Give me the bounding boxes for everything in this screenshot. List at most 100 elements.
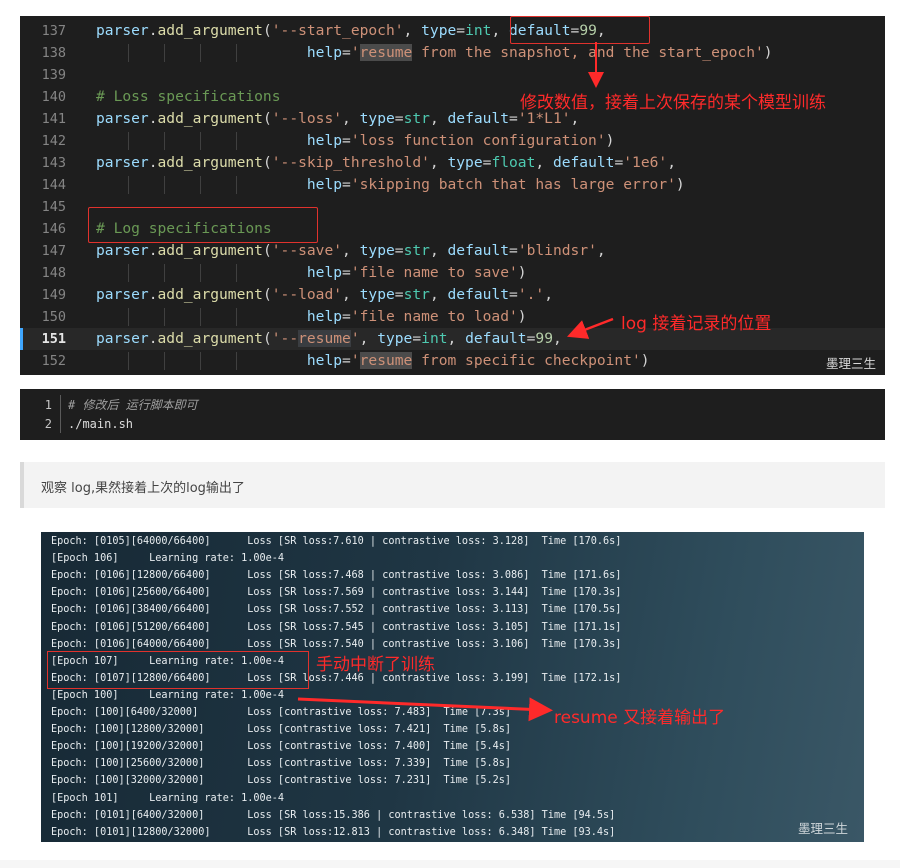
code-token: . (148, 242, 158, 259)
code-token: ) (675, 176, 685, 193)
code-token: resume (359, 44, 413, 61)
code-token: default (447, 242, 510, 259)
code-token: = (394, 242, 404, 259)
code-token: default (447, 286, 510, 303)
code-token: . (148, 110, 158, 127)
code-token: add_argument (157, 154, 263, 171)
code-token: 'file name to save' (350, 264, 518, 281)
code-token: ) (640, 352, 650, 369)
code-token: 99 (535, 330, 553, 347)
code-token: help (306, 132, 343, 149)
line-number: 140 (41, 89, 66, 105)
code-token: parser (96, 22, 149, 39)
line-number: 141 (41, 111, 66, 127)
code-token: 'skipping batch that has large error' (350, 176, 676, 193)
code-token: , (403, 22, 422, 39)
code-editor: 137 parser.add_argument('--start_epoch', … (20, 16, 885, 375)
code-token: . (148, 330, 158, 347)
annotation-log-position: log 接着记录的位置 (621, 314, 772, 334)
code-token: . (148, 154, 158, 171)
log-line: Epoch: [100][25600/32000] Loss [contrast… (51, 758, 512, 770)
line-number: 152 (41, 353, 66, 369)
code-token: 'blindsr' (517, 242, 597, 259)
code-token: add_argument (157, 286, 263, 303)
code-token: , (552, 330, 562, 347)
code-line: 149 parser.add_argument('--load', type=st… (20, 284, 885, 306)
code-token: = (342, 132, 351, 149)
log-line: Epoch: [100][19200/32000] Loss [contrast… (51, 741, 512, 753)
code-token: from the snapshot, and the start_epoch' (412, 44, 764, 61)
code-token: , (429, 110, 448, 127)
code-token: default (465, 330, 527, 347)
watermark: 墨理三生 (798, 821, 849, 836)
code-token: help (306, 264, 343, 281)
code-token: from specific checkpoint' (412, 352, 641, 369)
code-text: parser.add_argument('--resume', type=int… (96, 328, 562, 350)
code-line: 142 help='loss function configuration') (20, 130, 885, 152)
code-token: type (447, 154, 483, 171)
gutter-separator (60, 395, 61, 433)
code-token: = (342, 44, 351, 61)
highlight-interrupted-lines (47, 651, 309, 689)
code-token: '--start_epoch' (271, 22, 404, 39)
log-line: Epoch: [0106][51200/66400] Loss [SR loss… (51, 621, 622, 633)
log-line: Epoch: [0105][64000/66400] Loss [SR loss… (51, 536, 622, 547)
log-line: Epoch: [0106][38400/66400] Loss [SR loss… (51, 604, 622, 616)
shell-snippet: 1 # 修改后 运行脚本即可 2 ./main.sh (20, 389, 885, 440)
code-token: str (403, 286, 430, 303)
code-token: parser (96, 110, 149, 127)
code-token: type (359, 110, 395, 127)
code-token: str (403, 110, 430, 127)
code-token: help (306, 352, 343, 369)
line-number: 149 (41, 287, 66, 303)
code-line: 152 help='resume from specific checkpoin… (20, 350, 885, 372)
log-line: Epoch: [0106][12800/66400] Loss [SR loss… (51, 570, 622, 582)
annotation-modify-value: 修改数值，接着上次保存的某个模型训练 (520, 93, 826, 113)
code-token: ) (517, 308, 527, 325)
line-number: 144 (41, 177, 66, 193)
code-token: , (667, 154, 676, 171)
code-token: # Loss specifications (96, 88, 281, 105)
code-line: 137 parser.add_argument('--start_epoch', … (20, 20, 885, 42)
code-token: , (359, 330, 378, 347)
code-token: str (403, 242, 430, 259)
code-text: parser.add_argument('--skip_threshold', … (96, 152, 676, 174)
code-token: int (421, 330, 448, 347)
code-token: = (394, 286, 404, 303)
code-text: help='skipping batch that has large erro… (96, 174, 685, 196)
code-token: ) (517, 264, 527, 281)
line-number: 143 (41, 155, 66, 171)
code-token: parser (96, 154, 149, 171)
code-token: resume (298, 330, 351, 347)
code-text: parser.add_argument('--save', type=str, … (96, 240, 606, 262)
log-line: Epoch: [0106][25600/66400] Loss [SR loss… (51, 587, 622, 599)
shell-line-number: 2 (44, 417, 52, 431)
code-token: 'file name to load' (350, 308, 518, 325)
code-token: ' (350, 44, 360, 61)
code-token: ( (262, 286, 272, 303)
quote-text: 观察 log,果然接着上次的log输出了 (41, 481, 245, 496)
code-text: parser.add_argument('--loss', type=str, … (96, 108, 579, 130)
code-token: = (342, 264, 351, 281)
shell-line-number: 1 (44, 398, 52, 412)
line-number: 150 (41, 309, 66, 325)
code-token: type (359, 242, 395, 259)
code-line: 143 parser.add_argument('--skip_threshold… (20, 152, 885, 174)
line-number: 142 (41, 133, 66, 149)
code-token: , (535, 154, 553, 171)
code-token: . (148, 286, 158, 303)
code-token: ) (605, 132, 615, 149)
code-line: 144 help='skipping batch that has large … (20, 174, 885, 196)
code-token: ( (262, 22, 272, 39)
terminal-log: Epoch: [0105][64000/66400] Loss [SR loss… (41, 532, 864, 842)
code-text: help='loss function configuration') (96, 130, 615, 152)
log-line: [Epoch 106] Learning rate: 1.00e-4 (51, 553, 285, 565)
code-token: add_argument (157, 330, 263, 347)
quote-block: 观察 log,果然接着上次的log输出了 (20, 462, 885, 508)
code-token: int (465, 22, 492, 39)
